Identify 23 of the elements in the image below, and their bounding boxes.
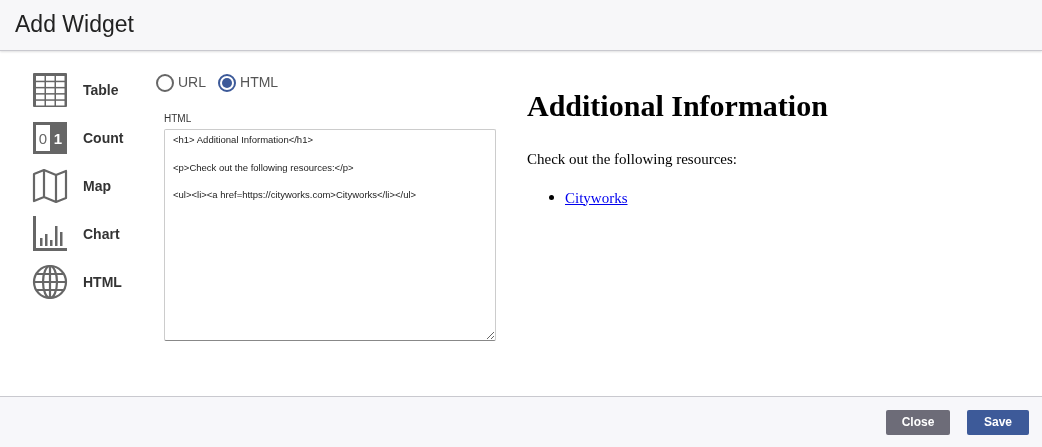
preview-paragraph: Check out the following resources: <box>527 150 738 169</box>
table-icon[interactable] <box>32 72 68 108</box>
widget-type-label[interactable]: HTML <box>83 271 122 293</box>
dialog-title: Add Widget <box>15 11 134 39</box>
widget-type-label[interactable]: Count <box>83 127 124 149</box>
radio-label[interactable]: HTML <box>240 72 279 93</box>
widget-type-label[interactable]: Table <box>83 79 119 101</box>
widget-type-label[interactable]: Chart <box>83 223 120 245</box>
field-label: HTML <box>164 112 193 126</box>
globe-icon[interactable] <box>32 264 68 300</box>
html-field[interactable]: <h1> Additional Information</h1> <p>Check out the following resources:</p> <ul><li><a href=https://cityworks.com>Cityworks</li></ul> <box>164 129 496 341</box>
radio-button[interactable] <box>156 73 174 92</box>
map-icon[interactable] <box>32 168 68 204</box>
counter-icon[interactable]: 0 1 <box>32 121 68 155</box>
chart-icon[interactable] <box>32 216 68 252</box>
preview-link[interactable]: Cityworks <box>565 186 628 209</box>
save-button[interactable]: Save <box>967 409 1029 435</box>
bullet-icon <box>549 195 554 201</box>
widget-type-label[interactable]: Map <box>83 175 111 197</box>
close-button[interactable]: Close <box>886 409 950 435</box>
radio-button[interactable] <box>218 73 236 92</box>
radio-label[interactable]: URL <box>178 72 206 93</box>
preview-heading: Additional Information <box>527 88 828 124</box>
